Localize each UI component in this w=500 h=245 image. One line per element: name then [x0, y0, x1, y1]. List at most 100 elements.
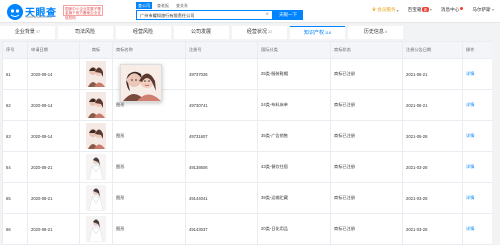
cell-trademark-name: 图形	[112, 120, 186, 152]
chevron-down-icon: ▾	[429, 7, 432, 12]
clear-icon[interactable]: ×	[265, 12, 269, 19]
cell-intl-class: 43类-餐饮住宿	[257, 151, 331, 183]
cell-reg-number: 49143037	[185, 213, 258, 245]
cell-apply-date: 2020-09-14	[27, 58, 80, 90]
detail-link[interactable]: 详情	[466, 71, 474, 76]
vip-service-link[interactable]: ♛ 会员服务 ▾	[372, 7, 399, 13]
cell-action: 详情	[462, 182, 492, 214]
section-tabs: 企业背景37 司法风险 经营风险 公司发展 经营状况22 知识产权118 历史信…	[0, 26, 500, 39]
search-input[interactable]: 广州市耀知旅行有限责任公司 ×	[136, 10, 273, 20]
cell-apply-date: 2020-08-21	[27, 213, 80, 245]
cell-action: 详情	[462, 151, 492, 183]
cell-intl-class: 39类-运输贮藏	[257, 182, 331, 214]
tianyancha-logo-icon[interactable]	[6, 3, 24, 21]
trademark-image[interactable]	[86, 154, 106, 180]
tab-label: 司法风险	[74, 29, 95, 35]
trademark-image[interactable]	[86, 92, 106, 118]
cell-trademark	[79, 58, 113, 90]
logo-subtitle: TianYanCha.com	[25, 15, 52, 19]
tab-label: 历史信息	[363, 29, 384, 35]
tab-operation-status[interactable]: 经营状况22	[232, 26, 287, 39]
cell-index: 65	[2, 182, 28, 214]
cell-pub-date: 2021-06-21	[402, 58, 463, 90]
tab-label: 经营状况	[246, 29, 267, 35]
baibao-link[interactable]: 百宝箱新 ▾	[408, 7, 432, 13]
cell-pub-date: 2021-06-21	[402, 89, 463, 121]
cell-trademark	[79, 89, 113, 121]
detail-link[interactable]: 详情	[466, 102, 474, 107]
trademark-image[interactable]	[86, 123, 106, 149]
col-header-reg-number: 注册号	[185, 41, 258, 59]
col-header-pub-date: 注册公告日期	[402, 41, 463, 59]
cell-trademark	[79, 151, 113, 183]
tab-intellectual-property[interactable]: 知识产权118	[290, 26, 345, 39]
table-header-row: 序号 申请日期 商标 商标名称 注册号 国际分类 商标状态 注册公告日期 操作	[2, 41, 492, 59]
cell-index: 61	[2, 58, 28, 90]
col-header-index: 序号	[2, 41, 28, 59]
cell-trademark-name: 图形	[112, 182, 186, 214]
cell-trademark	[79, 182, 113, 214]
detail-link[interactable]: 详情	[466, 195, 474, 200]
cell-apply-date: 2020-09-14	[27, 120, 80, 152]
trademark-table-panel: 序号 申请日期 商标 商标名称 注册号 国际分类 商标状态 注册公告日期 操作 …	[2, 41, 492, 245]
search-tab-boss[interactable]: 查老板	[155, 2, 171, 9]
tab-judicial-risk[interactable]: 司法风险	[58, 26, 113, 39]
top-nav: ♛ 会员服务 ▾ 百宝箱新 ▾ 消息中心 马尔萨斯 ▾	[372, 7, 494, 13]
detail-link[interactable]: 详情	[466, 226, 474, 231]
trademark-image[interactable]	[86, 185, 106, 211]
message-center-link[interactable]: 消息中心	[440, 7, 464, 13]
top-header: 天眼查 TianYanCha.com 国家中小企业发展子基金旗下官方备案企业征信…	[0, 0, 500, 23]
tab-company-development[interactable]: 公司发展	[174, 26, 229, 39]
cell-intl-class: 24类-布料床单	[257, 89, 331, 121]
tab-label: 公司发展	[190, 29, 211, 35]
search-input-value[interactable]: 广州市耀知旅行有限责任公司	[140, 13, 194, 19]
cell-status: 商标已注册	[330, 89, 403, 121]
search-button[interactable]: 天眼一下	[273, 10, 303, 20]
tab-label: 经营风险	[132, 29, 153, 35]
cell-index: 62	[2, 89, 28, 121]
cell-intl-class: 35类-广告销售	[257, 120, 331, 152]
col-header-trademark-name: 商标名称	[112, 41, 186, 59]
official-badge: 国家中小企业发展子基金旗下官方备案企业征信机构	[63, 5, 103, 20]
table-row: 66 2020-08-21 图形 49143037 20类-日化用品 商标已注册…	[2, 213, 492, 245]
search-tab-relation[interactable]: 查关系	[174, 2, 190, 9]
cell-status: 商标已注册	[330, 120, 403, 152]
new-badge: 新	[422, 7, 429, 12]
col-header-intl-class[interactable]: 国际分类	[257, 41, 331, 59]
cell-status: 商标已注册	[330, 213, 403, 245]
cell-pub-date: 2021-05-28	[402, 120, 463, 152]
tab-count: 118	[324, 31, 332, 35]
tab-company-background[interactable]: 企业背景37	[0, 26, 55, 39]
cell-trademark-name: 图形	[112, 213, 186, 245]
cell-index: 64	[2, 151, 28, 183]
col-header-status[interactable]: 商标状态	[330, 41, 403, 59]
message-label: 消息中心	[440, 7, 460, 12]
tab-count: 6	[384, 30, 388, 34]
cell-intl-class: 25类-服装鞋帽	[257, 58, 331, 90]
cell-reg-number: 49730741	[185, 89, 258, 121]
chevron-down-icon: ▾	[491, 7, 494, 12]
table-row: 61 2020-09-14 49737026 25类-服装鞋帽 商标已注册 20…	[2, 58, 492, 90]
cell-trademark	[79, 120, 113, 152]
col-header-trademark: 商标	[79, 41, 113, 59]
trademark-image[interactable]	[86, 216, 106, 242]
user-name: 马尔萨斯	[472, 7, 491, 12]
detail-link[interactable]: 详情	[466, 164, 474, 169]
cell-apply-date: 2020-08-21	[27, 151, 80, 183]
detail-link[interactable]: 详情	[466, 133, 474, 138]
table-row: 64 2020-08-21 图形 49138606 43类-餐饮住宿 商标已注册…	[2, 151, 492, 183]
cell-index: 66	[2, 213, 28, 245]
cell-trademark	[79, 213, 113, 245]
crown-icon: ♛	[371, 7, 377, 13]
user-menu[interactable]: 马尔萨斯 ▾	[472, 7, 494, 13]
col-header-apply-date[interactable]: 申请日期	[27, 41, 80, 59]
cell-intl-class: 20类-日化用品	[257, 213, 331, 245]
cell-index: 63	[2, 120, 28, 152]
cell-reg-number: 49731607	[185, 120, 258, 152]
tab-history-info[interactable]: 历史信息6	[348, 26, 403, 39]
cell-action: 详情	[462, 58, 492, 90]
tab-operation-risk[interactable]: 经营风险	[116, 26, 171, 39]
search-tab-company[interactable]: 查公司	[136, 2, 152, 9]
trademark-image[interactable]	[86, 61, 106, 87]
trademark-preview-image	[121, 65, 161, 101]
